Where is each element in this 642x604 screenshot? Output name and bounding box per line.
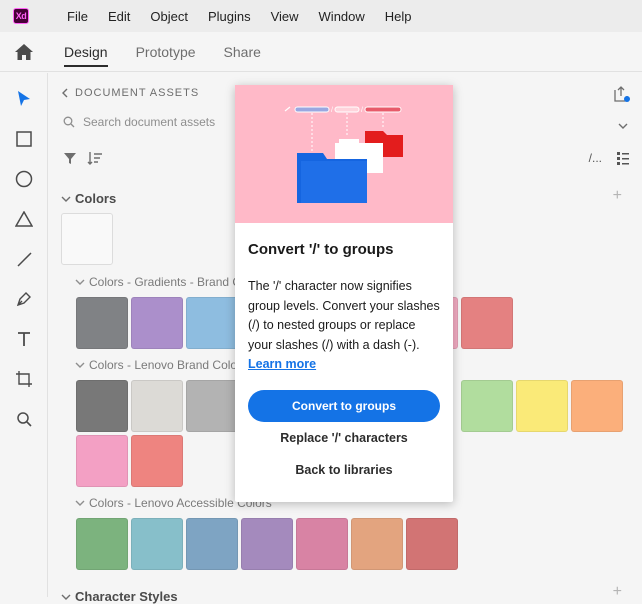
- text-icon: [18, 332, 30, 346]
- svg-text:/: /: [331, 107, 333, 114]
- color-swatch[interactable]: [406, 518, 458, 570]
- menu-window[interactable]: Window: [309, 9, 375, 24]
- color-swatch[interactable]: [186, 297, 238, 349]
- zoom-tool[interactable]: [12, 407, 36, 431]
- color-swatch[interactable]: [351, 518, 403, 570]
- add-character-style-plus-icon[interactable]: +: [613, 583, 622, 601]
- filter-icon[interactable]: [63, 151, 77, 165]
- color-swatch[interactable]: [241, 518, 293, 570]
- color-swatch[interactable]: [186, 518, 238, 570]
- convert-to-groups-button[interactable]: Convert to groups: [248, 390, 440, 422]
- tools-toolbar: [0, 73, 48, 597]
- color-swatch[interactable]: [516, 380, 568, 432]
- menu-edit[interactable]: Edit: [98, 9, 140, 24]
- polygon-tool[interactable]: [12, 207, 36, 231]
- color-swatch[interactable]: [571, 380, 623, 432]
- ellipse-icon: [15, 170, 33, 188]
- color-swatch[interactable]: [76, 297, 128, 349]
- panel-title: DOCUMENT ASSETS: [75, 87, 200, 99]
- color-swatch[interactable]: [186, 380, 238, 432]
- learn-more-link[interactable]: Learn more: [248, 357, 316, 371]
- color-swatch[interactable]: [76, 435, 128, 487]
- chevron-down-icon: [61, 196, 71, 202]
- add-color-swatch[interactable]: [61, 213, 113, 265]
- dialog-body: The '/' character now signifies group le…: [248, 277, 443, 375]
- chevron-down-icon: [618, 123, 628, 129]
- color-swatch[interactable]: [461, 380, 513, 432]
- color-group-brand[interactable]: Colors - Lenovo Brand Colo: [75, 358, 237, 372]
- rectangle-tool[interactable]: [12, 127, 36, 151]
- menu-object[interactable]: Object: [140, 9, 198, 24]
- menu-help[interactable]: Help: [375, 9, 422, 24]
- ellipse-tool[interactable]: [12, 167, 36, 191]
- colors-section-title: Colors: [75, 191, 117, 206]
- text-tool[interactable]: [12, 327, 36, 351]
- zoom-icon: [17, 412, 32, 427]
- color-swatch[interactable]: [131, 518, 183, 570]
- dialog-body-text: The '/' character now signifies group le…: [248, 279, 440, 352]
- rectangle-icon: [16, 131, 32, 147]
- dialog-title: Convert '/' to groups: [248, 241, 394, 258]
- select-tool[interactable]: [12, 87, 36, 111]
- menu-plugins[interactable]: Plugins: [198, 9, 261, 24]
- color-swatch[interactable]: [131, 297, 183, 349]
- color-swatch[interactable]: [296, 518, 348, 570]
- pen-icon: [16, 292, 31, 307]
- convert-groups-dialog: / / Convert '/' to groups The '/' charac…: [235, 85, 453, 502]
- color-swatch[interactable]: [76, 380, 128, 432]
- color-swatch[interactable]: [461, 297, 513, 349]
- export-icon: [614, 86, 630, 102]
- menu-bar: Xd File Edit Object Plugins View Window …: [0, 0, 642, 32]
- list-view-icon[interactable]: [616, 151, 630, 165]
- folders-illustration: / /: [235, 85, 453, 223]
- triangle-icon: [15, 211, 33, 227]
- tab-design[interactable]: Design: [64, 32, 108, 72]
- line-icon: [17, 252, 32, 267]
- view-options: /...: [589, 151, 630, 165]
- filter-row: [63, 151, 103, 165]
- colors-section-header[interactable]: Colors: [61, 191, 116, 206]
- chevron-left-icon[interactable]: [61, 88, 69, 98]
- sort-icon[interactable]: [87, 151, 103, 165]
- chevron-down-icon: [75, 500, 85, 506]
- select-icon: [18, 91, 30, 106]
- svg-text:/: /: [361, 107, 363, 114]
- folder-groups-icon: / /: [284, 106, 403, 203]
- artboard-icon: [16, 371, 32, 387]
- back-to-libraries-button[interactable]: Back to libraries: [248, 458, 440, 482]
- search-scope-dropdown[interactable]: [618, 117, 628, 135]
- path-view-label[interactable]: /...: [589, 151, 602, 165]
- color-swatch[interactable]: [131, 380, 183, 432]
- search-input[interactable]: Search document assets: [83, 115, 215, 129]
- tab-share[interactable]: Share: [224, 32, 261, 72]
- menu-view[interactable]: View: [261, 9, 309, 24]
- tab-prototype[interactable]: Prototype: [136, 32, 196, 72]
- search-bar[interactable]: Search document assets: [63, 115, 215, 129]
- pen-tool[interactable]: [12, 287, 36, 311]
- chevron-down-icon: [75, 279, 85, 285]
- menu-file[interactable]: File: [57, 9, 98, 24]
- search-icon: [63, 116, 75, 128]
- home-button[interactable]: [0, 32, 48, 72]
- export-button[interactable]: [612, 85, 630, 108]
- color-group-gradients[interactable]: Colors - Gradients - Brand C: [75, 275, 241, 289]
- color-swatch[interactable]: [76, 518, 128, 570]
- line-tool[interactable]: [12, 247, 36, 271]
- chevron-down-icon: [75, 362, 85, 368]
- replace-characters-button[interactable]: Replace '/' characters: [248, 426, 440, 450]
- color-swatch[interactable]: [131, 435, 183, 487]
- panel-header: DOCUMENT ASSETS: [61, 87, 199, 99]
- artboard-tool[interactable]: [12, 367, 36, 391]
- home-icon: [15, 43, 33, 60]
- add-color-plus-icon[interactable]: +: [613, 187, 622, 205]
- xd-logo-icon: Xd: [13, 8, 29, 24]
- workspace-tabbar: Design Prototype Share: [0, 32, 642, 72]
